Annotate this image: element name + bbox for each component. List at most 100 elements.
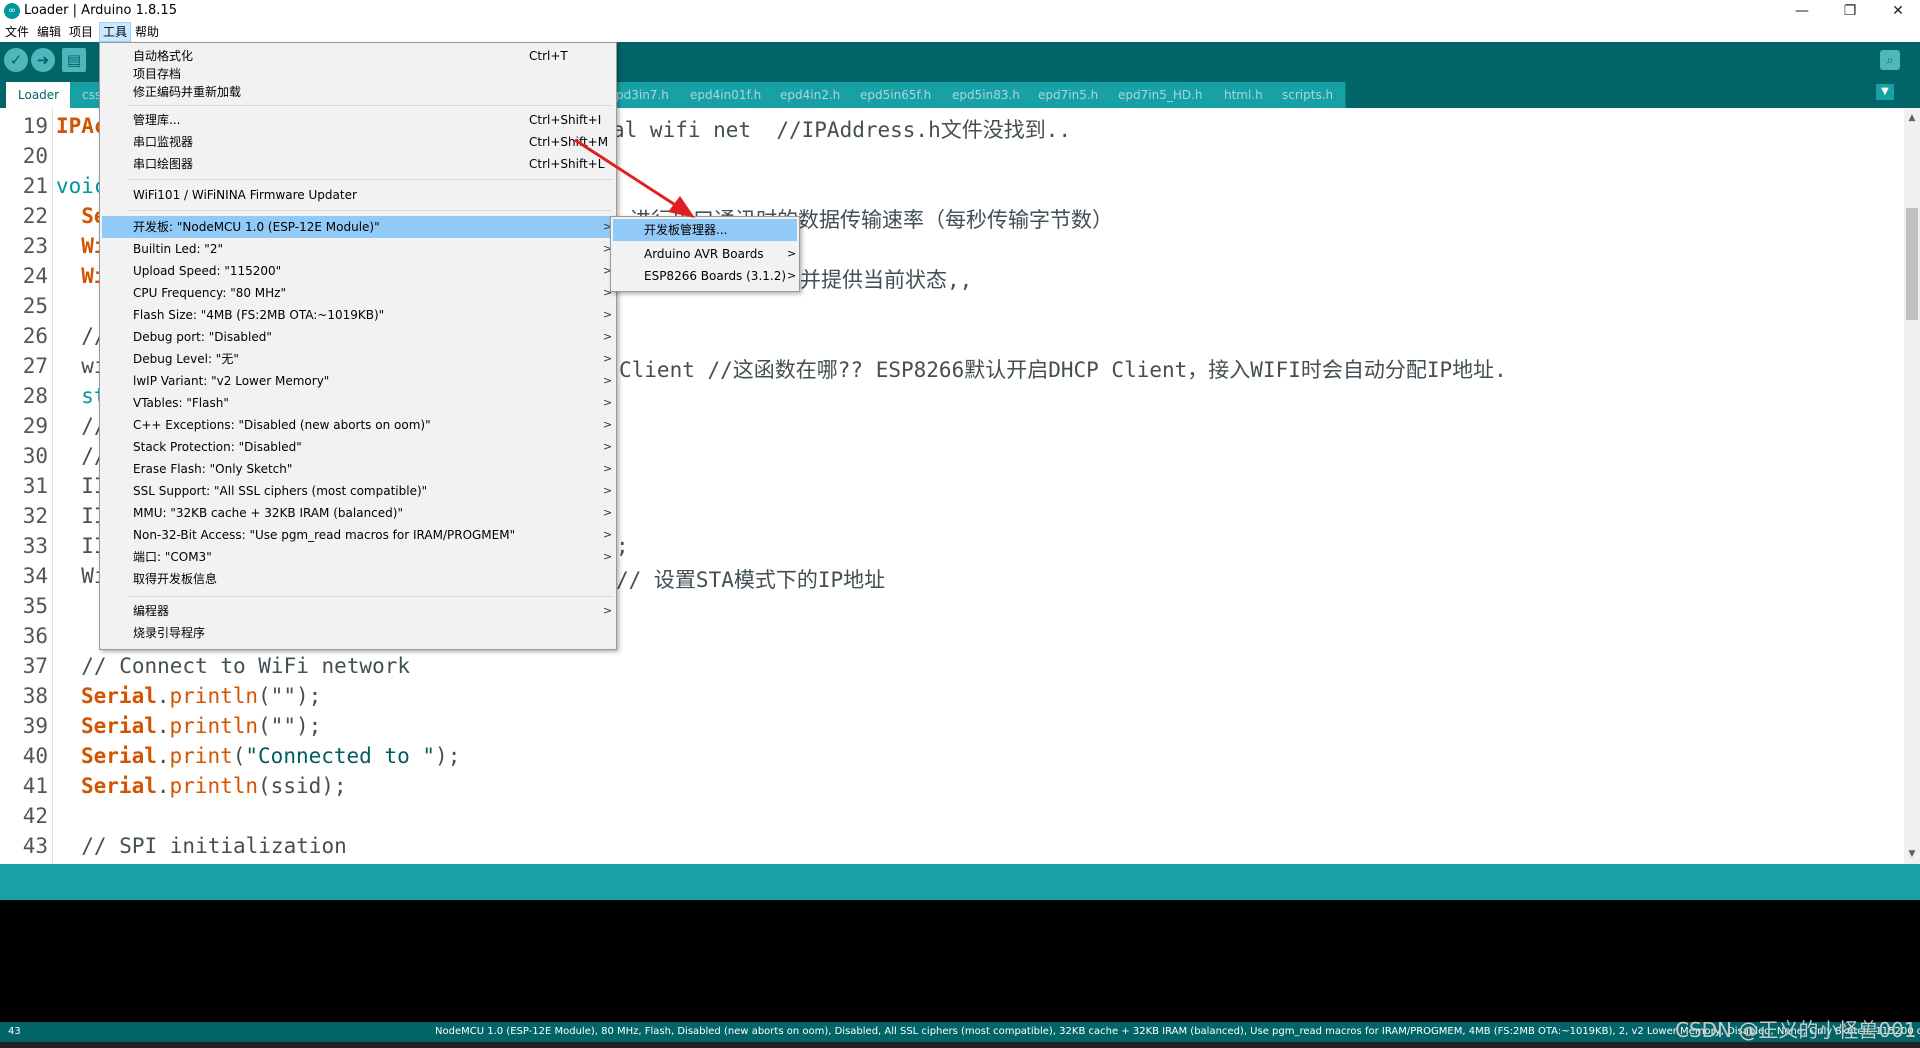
menu-item-port[interactable]: 端口: "COM3" >: [102, 546, 612, 568]
tab-scripts[interactable]: scripts.h: [1270, 82, 1347, 108]
code-comment: // Connect to WiFi network: [56, 654, 411, 678]
menu-help[interactable]: 帮助: [132, 23, 162, 41]
dot-token: .: [156, 684, 170, 708]
dot-token: .: [156, 774, 170, 798]
submenu-item-boards-manager[interactable]: 开发板管理器...: [613, 219, 797, 241]
menu-item-erase-flash[interactable]: Erase Flash: "Only Sketch" >: [102, 458, 612, 480]
console-output[interactable]: [0, 900, 1920, 1022]
submenu-chevron-icon: >: [603, 550, 613, 563]
println-token: println: [169, 774, 259, 798]
upload-icon[interactable]: ➜: [31, 48, 55, 72]
menu-item-board[interactable]: 开发板: "NodeMCU 1.0 (ESP-12E Module)" >: [102, 216, 612, 238]
scroll-down-icon[interactable]: ▼: [1904, 846, 1920, 862]
submenu-chevron-icon: >: [787, 247, 797, 260]
menu-file[interactable]: 文件: [2, 23, 32, 41]
menu-tools[interactable]: 工具: [99, 22, 132, 42]
menu-item-flash-size[interactable]: Flash Size: "4MB (FS:2MB OTA:~1019KB)" >: [102, 304, 612, 326]
tab-epd7in5[interactable]: epd7in5.h: [1026, 82, 1112, 108]
menu-item-debug-port[interactable]: Debug port: "Disabled" >: [102, 326, 612, 348]
tab-epd5in65f[interactable]: epd5in65f.h: [848, 82, 945, 108]
tab-loader[interactable]: Loader: [6, 82, 73, 108]
line-number: 31: [22, 474, 48, 498]
line-number: 33: [22, 534, 48, 558]
submenu-chevron-icon: >: [787, 269, 797, 282]
line-number: 19: [22, 114, 48, 138]
menu-separator: [128, 105, 612, 106]
submenu-chevron-icon: >: [603, 506, 613, 519]
submenu-chevron-icon: >: [603, 418, 613, 431]
menu-item-serial-monitor[interactable]: 串口监视器 Ctrl+Shift+M: [102, 131, 612, 153]
menu-bar: 文件 编辑 项目 工具 帮助: [0, 22, 1920, 42]
paren-token: (: [232, 744, 246, 768]
code-statement: Serial.println("");: [81, 684, 321, 708]
menu-item-vtables[interactable]: VTables: "Flash" >: [102, 392, 612, 414]
window-title: Loader | Arduino 1.8.15: [24, 3, 177, 18]
line-number: 38: [22, 684, 48, 708]
menu-item-upload-speed[interactable]: Upload Speed: "115200" >: [102, 260, 612, 282]
menu-item-firmware-updater[interactable]: WiFi101 / WiFiNINA Firmware Updater: [102, 184, 612, 206]
new-sketch-icon[interactable]: ▤: [62, 48, 86, 72]
tab-epd7in5-hd[interactable]: epd7in5_HD.h: [1106, 82, 1216, 108]
line-number: 30: [22, 444, 48, 468]
tab-html[interactable]: html.h: [1212, 82, 1276, 108]
submenu-chevron-icon: >: [603, 352, 613, 365]
args-token: ("");: [258, 684, 322, 708]
line-number: 29: [22, 414, 48, 438]
line-number: 40: [22, 744, 48, 768]
println-token: println: [169, 714, 259, 738]
menu-item-lwip-variant[interactable]: lwIP Variant: "v2 Lower Memory" >: [102, 370, 612, 392]
menu-item-serial-plotter[interactable]: 串口绘图器 Ctrl+Shift+L: [102, 153, 612, 175]
minimize-button[interactable]: —: [1782, 0, 1822, 22]
code-line-fragment: // 设置STA模式下的IP地址: [616, 568, 886, 592]
scroll-up-icon[interactable]: ▲: [1904, 110, 1920, 126]
line-number: 25: [22, 294, 48, 318]
line-number: 36: [22, 624, 48, 648]
submenu-item-esp8266-boards[interactable]: ESP8266 Boards (3.1.2) >: [613, 265, 797, 287]
close-token: );: [435, 744, 461, 768]
submenu-chevron-icon: >: [603, 528, 613, 541]
menu-item-board-info[interactable]: 取得开发板信息: [102, 568, 612, 590]
scrollbar-thumb[interactable]: [1906, 208, 1918, 320]
menu-item-builtin-led[interactable]: Builtin Led: "2" >: [102, 238, 612, 260]
menu-item-stack-protection[interactable]: Stack Protection: "Disabled" >: [102, 436, 612, 458]
menu-item-cpp-exceptions[interactable]: C++ Exceptions: "Disabled (new aborts on…: [102, 414, 612, 436]
menu-item-debug-level[interactable]: Debug Level: "无" >: [102, 348, 612, 370]
close-button[interactable]: ✕: [1878, 0, 1918, 22]
menu-separator: [128, 596, 612, 597]
tab-menu-chevron-icon[interactable]: ▼: [1876, 84, 1894, 100]
line-number: 20: [22, 144, 48, 168]
menu-item-ssl-support[interactable]: SSL Support: "All SSL ciphers (most comp…: [102, 480, 612, 502]
menu-separator: [128, 210, 612, 211]
submenu-chevron-icon: >: [603, 308, 613, 321]
line-number: 27: [22, 354, 48, 378]
tab-epd5in83[interactable]: epd5in83.h: [940, 82, 1033, 108]
menu-item-manage-libraries[interactable]: 管理库... Ctrl+Shift+I: [102, 109, 612, 131]
maximize-button[interactable]: ❐: [1830, 0, 1870, 22]
menu-edit[interactable]: 编辑: [34, 23, 64, 41]
line-number: 22: [22, 204, 48, 228]
code-statement: Serial.println(ssid);: [81, 774, 347, 798]
tab-epd4in01f[interactable]: epd4in01f.h: [678, 82, 775, 108]
menu-sketch[interactable]: 项目: [66, 23, 96, 41]
menu-item-non-32bit-access[interactable]: Non-32-Bit Access: "Use pgm_read macros …: [102, 524, 612, 546]
submenu-chevron-icon: >: [603, 396, 613, 409]
line-number: 26: [22, 324, 48, 348]
menu-item-burn-bootloader[interactable]: 烧录引导程序: [102, 622, 612, 644]
menu-item-cpu-frequency[interactable]: CPU Frequency: "80 MHz" >: [102, 282, 612, 304]
arduino-logo-icon: ∞: [4, 3, 20, 19]
submenu-item-avr-boards[interactable]: Arduino AVR Boards >: [613, 243, 797, 265]
watermark: CSDN @正义的小怪兽001: [1675, 1018, 1917, 1042]
serial-monitor-icon[interactable]: ⌕: [1880, 50, 1900, 70]
serial-token: Serial: [81, 774, 157, 798]
string-token: "Connected to ": [245, 744, 436, 768]
menu-item-mmu[interactable]: MMU: "32KB cache + 32KB IRAM (balanced)"…: [102, 502, 612, 524]
print-token: print: [169, 744, 233, 768]
board-submenu: 开发板管理器... Arduino AVR Boards > ESP8266 Bo…: [610, 216, 800, 292]
menu-item-fix-encoding[interactable]: 修正编码并重新加载: [102, 81, 612, 103]
args-token: (ssid);: [258, 774, 347, 798]
line-number: 41: [22, 774, 48, 798]
menu-item-programmer[interactable]: 编程器 >: [102, 600, 612, 622]
println-token: println: [169, 684, 259, 708]
tab-epd4in2[interactable]: epd4in2.h: [768, 82, 854, 108]
verify-icon[interactable]: ✓: [4, 48, 28, 72]
